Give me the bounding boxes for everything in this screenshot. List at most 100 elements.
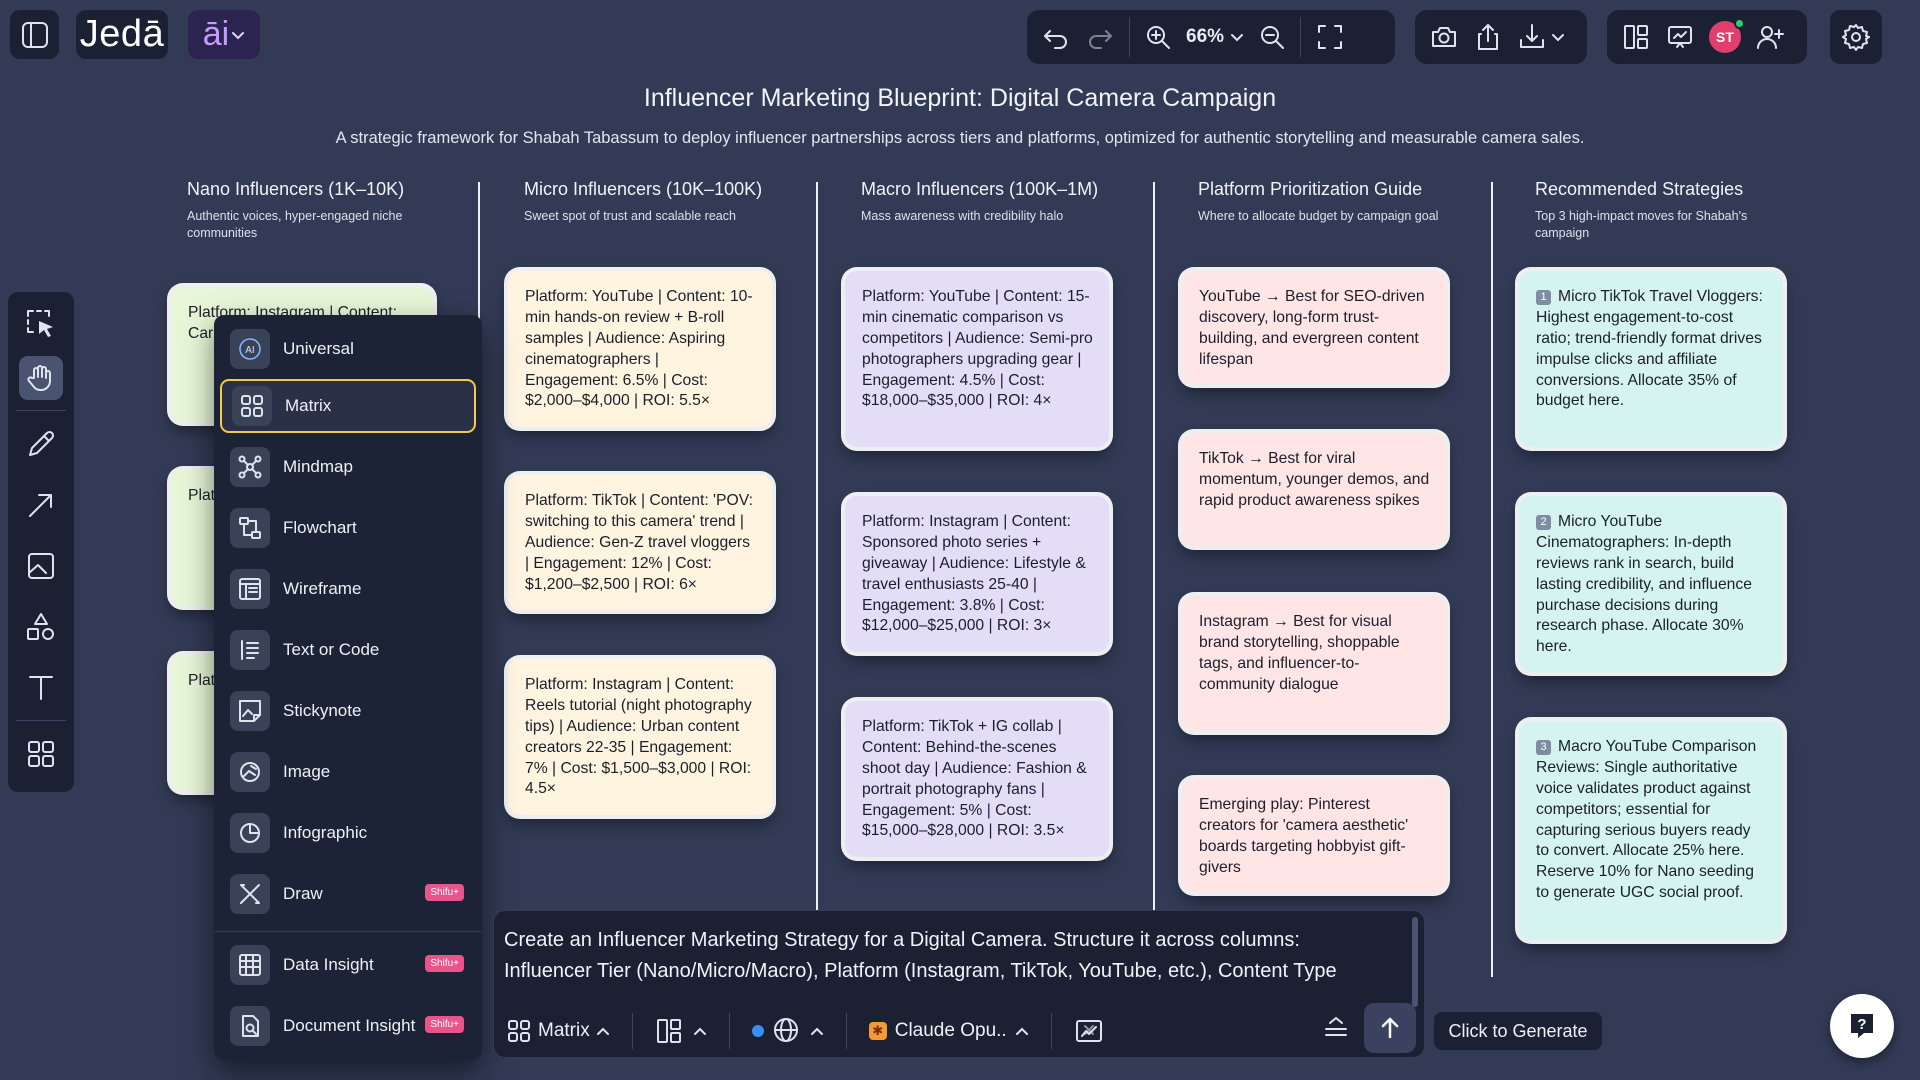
expand-button[interactable] xyxy=(1322,1015,1350,1043)
card-micro-3[interactable]: Platform: Instagram | Content: Reels tut… xyxy=(508,659,772,815)
column-header-nano: Nano Influencers (1K–10K) Authentic voic… xyxy=(187,179,405,240)
menu-item-image[interactable]: Image xyxy=(220,745,476,799)
redo-button[interactable] xyxy=(1085,22,1115,52)
menu-item-universal[interactable]: AI Universal xyxy=(220,322,476,376)
user-avatar[interactable]: ST xyxy=(1709,18,1745,53)
generation-mode-menu: AI Universal Matrix Mindmap Flowchart Wir… xyxy=(214,315,482,1060)
layout-icon xyxy=(656,1019,681,1043)
undo-button[interactable] xyxy=(1041,22,1071,52)
model-selector[interactable]: ✱ Claude Opu.. xyxy=(868,1020,1029,1042)
card-platform-3[interactable]: Instagram → Best for visual brand storyt… xyxy=(1182,596,1446,731)
menu-item-stickynote[interactable]: Stickynote xyxy=(220,684,476,738)
layout-selector[interactable] xyxy=(655,1017,707,1045)
image-tool[interactable] xyxy=(19,544,63,588)
claude-icon: ✱ xyxy=(868,1022,887,1040)
menu-item-infographic[interactable]: Infographic xyxy=(220,806,476,860)
column-divider xyxy=(1153,182,1155,977)
share-button[interactable] xyxy=(1473,22,1503,52)
prompt-box: Create an Influencer Marketing Strategy … xyxy=(493,910,1425,1058)
present-button[interactable] xyxy=(1665,22,1695,52)
card-strategy-3[interactable]: 3 Macro YouTube Comparison Reviews: Singl… xyxy=(1519,721,1783,940)
menu-item-text-code[interactable]: Text or Code xyxy=(220,623,476,677)
tool-divider xyxy=(16,410,66,411)
prompt-input[interactable]: Create an Influencer Marketing Strategy … xyxy=(504,925,1384,987)
tool-divider xyxy=(16,720,66,721)
card-micro-1[interactable]: Platform: YouTube | Content: 10-min hand… xyxy=(508,271,772,427)
templates-tool[interactable] xyxy=(19,732,63,776)
menu-item-mindmap[interactable]: Mindmap xyxy=(220,440,476,494)
settings-button[interactable] xyxy=(1830,10,1882,64)
shapes-icon xyxy=(27,613,54,640)
card-strategy-2[interactable]: 2 Micro YouTube Cinematographers: In-dept… xyxy=(1519,496,1783,672)
canvas-subtitle: A strategic framework for Shabah Tabassu… xyxy=(335,129,1585,147)
draw-icon xyxy=(230,874,270,914)
text-tool[interactable] xyxy=(19,665,63,709)
help-button[interactable]: ? xyxy=(1830,994,1894,1058)
card-strategy-1[interactable]: 1 Micro TikTok Travel Vloggers: Highest e… xyxy=(1519,271,1783,447)
bar-divider xyxy=(845,1013,847,1049)
app-logo[interactable]: Jedā xyxy=(76,10,168,59)
menu-item-matrix[interactable]: Matrix xyxy=(220,379,476,433)
card-micro-2[interactable]: Platform: TikTok | Content: 'POV: switch… xyxy=(508,475,772,610)
menu-divider xyxy=(214,931,482,932)
column-header-strategies: Recommended Strategies Top 3 high-impact… xyxy=(1535,179,1748,240)
menu-item-document-insight[interactable]: Document Insight Shifu+ xyxy=(220,999,476,1053)
image-attach-icon xyxy=(1075,1020,1102,1042)
globe-icon xyxy=(773,1018,798,1042)
card-platform-2[interactable]: TikTok → Best for viral momentum, younge… xyxy=(1182,433,1446,546)
mode-label: Matrix xyxy=(538,1020,590,1041)
tool-palette xyxy=(8,292,74,792)
prompt-scrollbar[interactable] xyxy=(1412,917,1418,1007)
menu-item-draw[interactable]: Draw Shifu+ xyxy=(220,867,476,921)
attach-image-button[interactable] xyxy=(1074,1016,1104,1046)
chevron-up-icon xyxy=(596,1027,609,1035)
menu-item-wireframe[interactable]: Wireframe xyxy=(220,562,476,616)
history-zoom-toolbar: 66% xyxy=(1027,10,1395,64)
export-toolbar xyxy=(1415,10,1587,64)
arrow-tool[interactable] xyxy=(19,483,63,527)
chevron-down-icon xyxy=(232,31,245,39)
zoom-level-dropdown[interactable]: 66% xyxy=(1186,26,1244,48)
pencil-tool[interactable] xyxy=(19,422,63,466)
sidebar-icon xyxy=(21,21,48,48)
menu-item-data-insight[interactable]: Data Insight Shifu+ xyxy=(220,938,476,992)
layout-button[interactable] xyxy=(1621,22,1651,52)
card-macro-3[interactable]: Platform: TikTok + IG collab | Content: … xyxy=(845,701,1109,857)
sidebar-toggle-button[interactable] xyxy=(10,10,59,59)
card-macro-2[interactable]: Platform: Instagram | Content: Sponsored… xyxy=(845,496,1109,652)
screenshot-button[interactable] xyxy=(1429,22,1459,52)
web-search-toggle[interactable] xyxy=(751,1016,824,1046)
number-badge: 1 xyxy=(1536,290,1551,305)
invite-user-button[interactable] xyxy=(1755,22,1785,52)
ai-menu-button[interactable]: āi xyxy=(188,10,260,59)
number-badge: 2 xyxy=(1536,515,1551,530)
shifu-badge: Shifu+ xyxy=(425,884,464,901)
card-macro-1[interactable]: Platform: YouTube | Content: 15-min cine… xyxy=(845,271,1109,447)
select-tool[interactable] xyxy=(19,302,63,346)
hand-tool[interactable] xyxy=(19,356,63,400)
select-icon xyxy=(27,310,53,337)
mode-selector[interactable]: Matrix xyxy=(506,1018,610,1044)
shapes-tool[interactable] xyxy=(19,605,63,649)
toolbar-divider xyxy=(1300,17,1302,57)
menu-item-flowchart[interactable]: Flowchart xyxy=(220,501,476,555)
layout-icon xyxy=(1624,25,1648,49)
generate-button[interactable] xyxy=(1364,1003,1416,1053)
image-icon xyxy=(230,752,270,792)
matrix-icon xyxy=(232,386,272,426)
card-platform-1[interactable]: YouTube → Best for SEO-driven discovery,… xyxy=(1182,271,1446,384)
zoom-in-button[interactable] xyxy=(1144,23,1172,51)
download-button[interactable] xyxy=(1517,22,1565,52)
canvas-title: Influencer Marketing Blueprint: Digital … xyxy=(643,84,1277,112)
card-platform-4[interactable]: Emerging play: Pinterest creators for 'c… xyxy=(1182,779,1446,892)
grid-icon xyxy=(28,741,54,767)
fit-screen-button[interactable] xyxy=(1315,22,1345,52)
matrix-icon xyxy=(508,1020,530,1042)
redo-icon xyxy=(1089,30,1112,49)
shifu-badge: Shifu+ xyxy=(425,955,464,972)
column-header-micro: Micro Influencers (10K–100K) Sweet spot … xyxy=(524,179,763,223)
image-icon xyxy=(28,553,54,579)
arrow-icon xyxy=(29,494,52,517)
zoom-out-button[interactable] xyxy=(1258,23,1286,51)
model-label: Claude Opu.. xyxy=(894,1020,1007,1041)
